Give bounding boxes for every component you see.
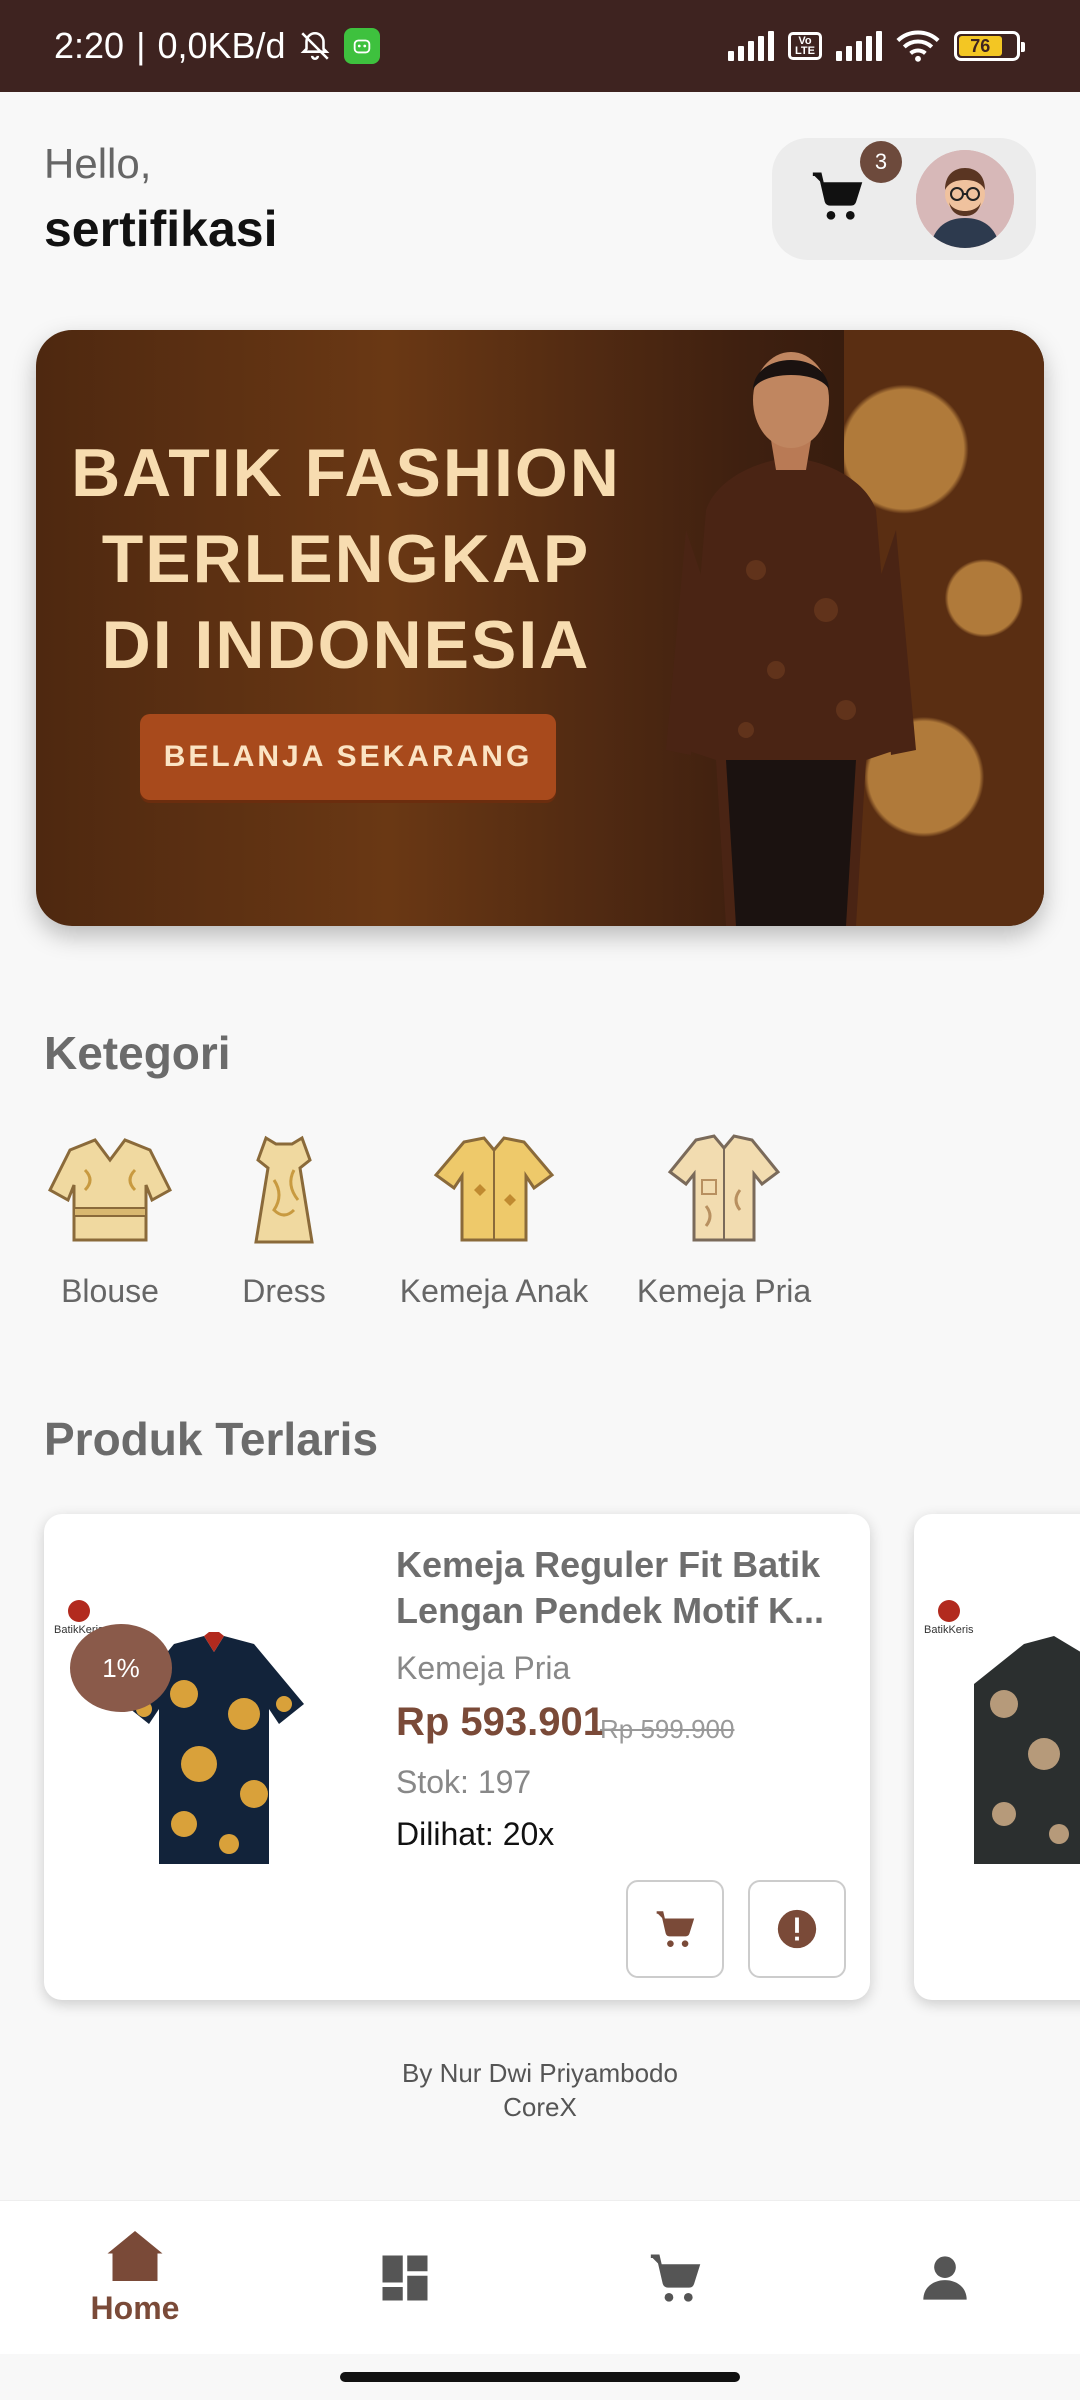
home-icon	[107, 2231, 163, 2281]
nav-dashboard[interactable]	[305, 2251, 505, 2305]
wifi-icon	[896, 30, 940, 62]
avatar-image	[916, 150, 1014, 248]
category-kemeja-pria[interactable]: Kemeja Pria	[636, 1130, 812, 1310]
info-alert-icon	[777, 1909, 817, 1949]
credits: By Nur Dwi Priyambodo CoreX	[402, 2058, 678, 2122]
promo-banner[interactable]: BATIK FASHION TERLENGKAP DI INDONESIA BE…	[36, 330, 1044, 926]
cart-icon	[812, 172, 863, 220]
shop-now-button[interactable]: BELANJA SEKARANG	[140, 714, 556, 800]
discount-badge: 1%	[70, 1624, 172, 1712]
category-label: Kemeja Pria	[636, 1273, 812, 1309]
dashboard-icon	[382, 2255, 428, 2300]
app-notification-icon	[343, 28, 380, 64]
signal-icon-2	[836, 31, 882, 61]
status-left: 2:20 | 0,0KB/d	[54, 25, 380, 67]
nav-profile[interactable]	[845, 2252, 1045, 2304]
network-speed: 0,0KB/d	[157, 25, 286, 66]
add-to-cart-button[interactable]	[626, 1880, 724, 1978]
product-views: Dilihat: 20x	[396, 1816, 555, 1852]
bell-off-icon	[300, 31, 329, 60]
username: sertifikasi	[44, 201, 278, 257]
battery-icon: 76	[954, 31, 1025, 61]
signal-icon	[728, 31, 774, 61]
product-stock: Stok: 197	[396, 1764, 532, 1800]
volte-icon: Vo LTE	[788, 32, 822, 60]
kids-shirt-icon	[433, 1136, 555, 1242]
cart-count-badge: 3	[860, 141, 902, 183]
avatar[interactable]	[916, 150, 1014, 248]
status-right: Vo LTE 76	[728, 29, 1025, 63]
cart-icon	[650, 2254, 701, 2302]
bottom-navigation: Home	[0, 2200, 1080, 2354]
category-dress[interactable]: Dress	[224, 1130, 344, 1310]
clock: 2:20	[54, 25, 125, 66]
header-cart-button[interactable]: 3	[808, 141, 902, 231]
mens-shirt-icon	[667, 1134, 781, 1242]
product-original-price: Rp 599.900	[600, 1714, 735, 1744]
nav-home-label: Home	[90, 2290, 180, 2326]
product-price: Rp 593.901	[396, 1700, 606, 1744]
banner-title: BATIK FASHION TERLENGKAP DI INDONESIA	[71, 435, 621, 683]
best-sellers-title: Produk Terlaris	[44, 1413, 379, 1465]
product-card[interactable]: BatikKeris	[914, 1514, 1080, 2000]
category-label: Blouse	[61, 1273, 159, 1309]
dress-icon	[254, 1135, 314, 1244]
category-label: Dress	[242, 1273, 326, 1309]
profile-icon	[923, 2255, 967, 2300]
nav-cart[interactable]	[575, 2249, 775, 2307]
category-label: Kemeja Anak	[399, 1273, 589, 1309]
product-image	[974, 1636, 1080, 1864]
product-card[interactable]: BatikKeris 1% Kemeja Reguler Fit Batik L…	[44, 1514, 870, 2000]
status-bar: 2:20 | 0,0KB/d Vo LTE 76	[0, 0, 1080, 92]
category-kemeja-anak[interactable]: Kemeja Anak	[394, 1130, 594, 1310]
header-actions: 3	[772, 138, 1036, 260]
product-info-button[interactable]	[748, 1880, 846, 1978]
banner-model-image	[666, 352, 916, 926]
nav-home[interactable]: Home	[35, 2228, 235, 2327]
product-category: Kemeja Pria	[396, 1650, 571, 1686]
cart-icon	[656, 1911, 695, 1947]
category-blouse[interactable]: Blouse	[40, 1130, 180, 1310]
blouse-icon	[48, 1138, 172, 1242]
product-name: Kemeja Reguler Fit Batik Lengan Pendek M…	[396, 1544, 825, 1631]
categories-title: Ketegori	[44, 1027, 231, 1079]
gesture-bar[interactable]	[340, 2372, 740, 2382]
greeting: Hello,	[44, 140, 152, 187]
